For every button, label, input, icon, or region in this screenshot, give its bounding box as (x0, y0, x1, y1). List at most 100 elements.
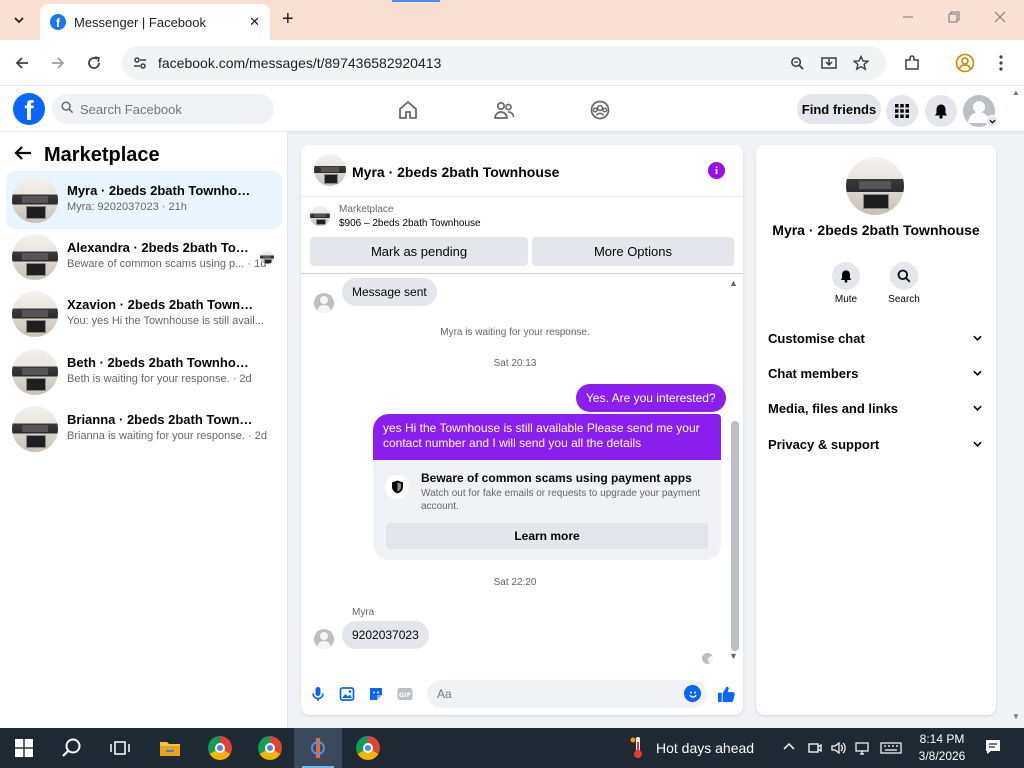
new-tab-button[interactable]: + (282, 9, 294, 29)
chat-title[interactable]: Myra · 2beds 2bath Townhouse (352, 164, 559, 180)
windows-start-icon[interactable] (0, 728, 48, 768)
back-icon[interactable] (11, 52, 33, 74)
restore-icon[interactable] (948, 10, 960, 26)
network-icon[interactable] (855, 740, 871, 759)
section-label: Customise chat (768, 330, 865, 346)
clock-date: 3/8/2026 (918, 749, 966, 763)
mute-bell-icon (832, 262, 860, 290)
media-files-links-section[interactable]: Media, files and links (768, 396, 982, 420)
back-arrow-icon[interactable] (14, 145, 32, 167)
chevron-down-icon (973, 403, 982, 414)
clock-time: 8:14 PM (919, 732, 965, 746)
facebook-search[interactable] (52, 94, 274, 124)
friends-icon[interactable] (492, 98, 516, 122)
notification-center-icon[interactable] (984, 738, 1002, 759)
microphone-icon[interactable] (309, 685, 327, 703)
zoom-icon[interactable] (788, 54, 806, 72)
scroll-down-arrow-icon[interactable]: ▼ (729, 651, 738, 661)
chrome-icon[interactable] (196, 728, 244, 768)
system-clock[interactable]: 8:14 PM 3/8/2026 (912, 731, 972, 765)
task-view-icon[interactable] (96, 728, 144, 768)
notifications-bell-icon[interactable] (925, 95, 957, 127)
facebook-favicon-icon: f (50, 14, 66, 30)
chrome-profile-icon[interactable] (246, 728, 294, 768)
photo-icon[interactable] (338, 685, 356, 703)
info-icon[interactable]: i (708, 162, 725, 179)
menu-grid-icon[interactable] (886, 95, 918, 127)
site-info-icon[interactable] (132, 55, 148, 71)
conversation-name: Brianna · 2beds 2bath Townhouse (67, 412, 255, 427)
forward-icon[interactable] (47, 52, 69, 74)
tab-search-dropdown[interactable] (8, 9, 30, 31)
weather-widget[interactable]: Hot days ahead (630, 728, 754, 768)
listing-photo[interactable] (846, 157, 904, 215)
profile-icon[interactable] (954, 52, 976, 74)
tray-chevron-up-icon[interactable] (782, 740, 796, 757)
bookmark-star-icon[interactable] (852, 54, 870, 72)
file-explorer-icon[interactable] (146, 728, 194, 768)
learn-more-button[interactable]: Learn more (386, 523, 708, 549)
conversation-item[interactable]: Xzavion · 2beds 2bath Townhouse You: yes… (6, 285, 282, 343)
conversation-item[interactable]: Myra · 2beds 2bath Townhouse Myra: 92020… (6, 171, 282, 229)
conversation-preview: Beth is waiting for your response. · 2d (67, 373, 252, 385)
reload-icon[interactable] (83, 52, 105, 74)
conversation-item[interactable]: Brianna · 2beds 2bath Townhouse Brianna … (6, 400, 282, 458)
listing-thumbnail (12, 177, 58, 223)
chevron-down-icon (973, 333, 982, 344)
groups-icon[interactable] (588, 98, 612, 122)
sidebar-title: Marketplace (44, 144, 160, 166)
account-chevron-icon[interactable] (986, 115, 998, 127)
message-scrollbar[interactable] (731, 421, 739, 651)
chat-avatar[interactable] (314, 154, 346, 186)
extensions-icon[interactable] (901, 52, 923, 74)
meet-now-icon[interactable] (807, 740, 823, 759)
page-scroll-down-icon[interactable]: ▼ (1012, 712, 1020, 721)
section-label: Privacy & support (768, 436, 880, 452)
find-friends-button[interactable]: Find friends (797, 94, 881, 124)
volume-icon[interactable] (830, 740, 846, 759)
scroll-up-arrow-icon[interactable]: ▲ (729, 278, 738, 288)
url-text[interactable]: facebook.com/messages/t/897436582920413 (158, 55, 441, 71)
sender-avatar (314, 293, 334, 313)
tab-title: Messenger | Facebook (74, 14, 206, 30)
more-options-button[interactable]: More Options (532, 237, 734, 266)
mute-button[interactable]: Mute (816, 262, 876, 305)
install-app-icon[interactable] (820, 54, 838, 72)
chrome-active-window-icon[interactable] (294, 728, 342, 768)
browser-tab[interactable]: f Messenger | Facebook ✕ (40, 4, 270, 40)
svg-text:GIF: GIF (399, 691, 411, 699)
search-input[interactable] (80, 100, 270, 118)
conversation-item[interactable]: Alexandra · 2beds 2bath Townhouse Beware… (6, 228, 282, 286)
mark-as-pending-button[interactable]: Mark as pending (310, 237, 528, 266)
chat-members-section[interactable]: Chat members (768, 361, 982, 385)
conversation-name: Beth · 2beds 2bath Townhouse (67, 355, 255, 370)
search-conversation-button[interactable]: Search (874, 262, 934, 305)
message-bubble-outgoing: yes Hi the Townhouse is still available … (373, 414, 721, 460)
conversation-name: Alexandra · 2beds 2bath Townhouse (67, 240, 255, 255)
page-scroll-up-icon[interactable]: ▲ (1012, 88, 1020, 97)
thumbs-up-icon[interactable] (716, 684, 736, 704)
sticker-icon[interactable] (367, 685, 385, 703)
marketplace-listing[interactable]: Marketplace $906 – 2beds 2bath Townhouse (301, 197, 743, 233)
listing-thumbnail (12, 234, 58, 280)
gif-icon[interactable]: GIF (396, 685, 414, 703)
home-icon[interactable] (396, 98, 420, 122)
more-menu-icon[interactable] (990, 52, 1012, 74)
customise-chat-section[interactable]: Customise chat (768, 326, 982, 350)
chrome-secondary-icon[interactable] (344, 728, 392, 768)
keyboard-icon[interactable] (880, 740, 902, 759)
windows-taskbar: Hot days ahead 8:14 PM 3/8/2026 (0, 728, 1024, 768)
close-tab-icon[interactable]: ✕ (249, 14, 260, 30)
minimize-icon[interactable] (902, 10, 914, 26)
emoji-icon[interactable] (684, 685, 701, 702)
close-window-icon[interactable] (994, 10, 1006, 26)
address-bar[interactable]: facebook.com/messages/t/897436582920413 (122, 46, 886, 80)
privacy-support-section[interactable]: Privacy & support (768, 432, 982, 456)
scam-warning-description: Watch out for fake emails or requests to… (421, 488, 701, 512)
message-composer: GIF (301, 673, 743, 715)
message-input[interactable] (437, 686, 677, 702)
facebook-logo-icon[interactable]: f (13, 93, 45, 125)
divider (301, 273, 743, 274)
taskbar-search-icon[interactable] (48, 728, 96, 768)
conversation-item[interactable]: Beth · 2beds 2bath Townhouse Beth is wai… (6, 343, 282, 401)
